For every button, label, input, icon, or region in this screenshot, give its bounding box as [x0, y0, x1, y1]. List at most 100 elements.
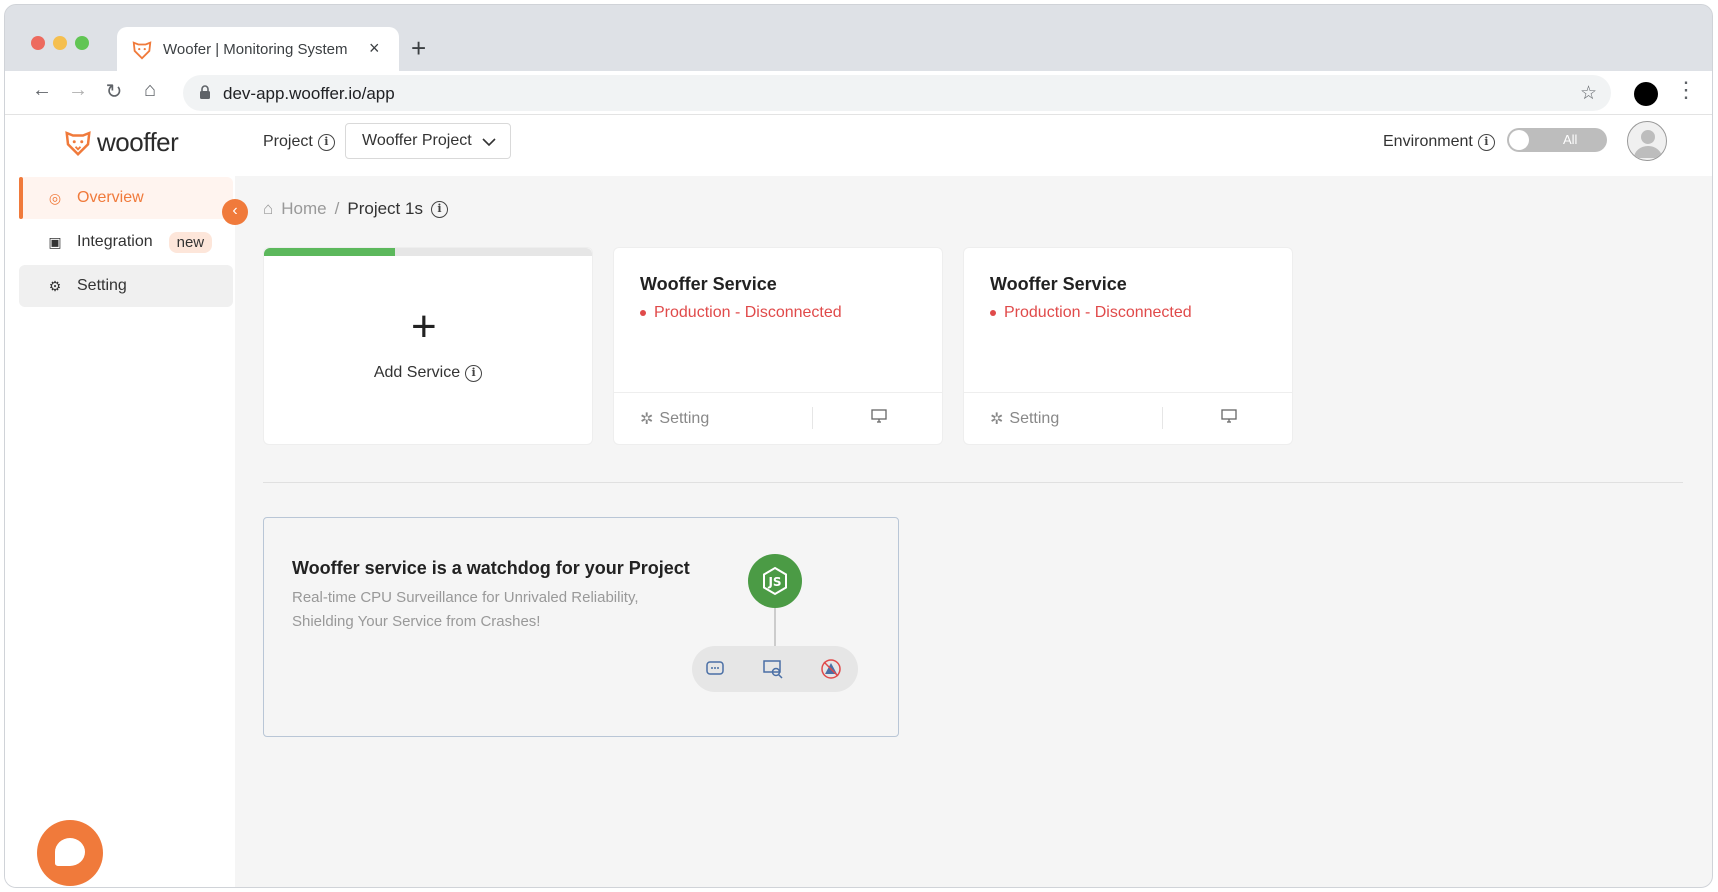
service-title: Wooffer Service [640, 274, 777, 294]
monitor-icon[interactable] [870, 407, 888, 425]
service-setting-button[interactable]: ✲ Setting [640, 409, 709, 429]
environment-label-text: Environment [1383, 133, 1473, 150]
add-service-label: Add Service i [264, 364, 592, 382]
service-status: Production - Disconnected [640, 304, 842, 322]
breadcrumb-separator: / [334, 199, 340, 218]
svg-text:JS: JS [767, 575, 781, 589]
promo-card: Wooffer service is a watchdog for your P… [263, 517, 899, 737]
status-dot [640, 310, 646, 316]
wooffer-logo-icon [65, 130, 91, 156]
service-card[interactable]: Wooffer Service Production - Disconnecte… [963, 247, 1293, 445]
service-title: Wooffer Service [990, 274, 1127, 294]
service-status-text: Production - Disconnected [1004, 304, 1192, 321]
overview-icon: ◎ [48, 189, 62, 206]
browser-menu-icon[interactable]: ⋮ [1675, 77, 1697, 103]
environment-info-icon[interactable]: i [1477, 133, 1495, 151]
monitor-icon[interactable] [1220, 407, 1238, 425]
forward-icon[interactable]: → [65, 79, 91, 102]
toggle-knob [1509, 130, 1529, 150]
environment-toggle[interactable]: All [1507, 128, 1607, 152]
feature-icons-pill [692, 646, 858, 692]
collapse-sidebar-button[interactable]: ‹ [222, 199, 248, 225]
environment-label: Environment i [1383, 133, 1495, 151]
add-service-card[interactable]: + Add Service i [263, 247, 593, 445]
promo-description: Real-time CPU Surveillance for Unrivaled… [292, 589, 639, 630]
bookmark-star-icon[interactable]: ☆ [1580, 82, 1597, 105]
user-icon [1634, 130, 1662, 158]
section-divider [263, 482, 1683, 483]
breadcrumb-home[interactable]: Home [281, 199, 326, 219]
close-tab-icon[interactable]: × [369, 38, 380, 59]
browser-profile-avatar[interactable] [1634, 82, 1658, 106]
lock-icon [200, 85, 210, 99]
gear-icon: ⚙ [48, 277, 62, 294]
service-card[interactable]: Wooffer Service Production - Disconnecte… [613, 247, 943, 445]
reload-icon[interactable]: ↻ [101, 79, 127, 104]
project-select-value: Wooffer Project [362, 132, 472, 149]
integration-icon: ▣ [48, 233, 62, 250]
browser-toolbar: ← → ↻ ⌂ dev-app.wooffer.io/app ☆ ⋮ [5, 71, 1712, 115]
sidebar-item-integration[interactable]: ▣ Integration new [19, 221, 233, 263]
app-header: wooffer Project i Wooffer Project Enviro… [5, 115, 1712, 176]
minimize-window-button[interactable] [53, 36, 67, 50]
sidebar-item-overview[interactable]: ◎ Overview [19, 177, 233, 219]
breadcrumb-current: Project 1s [347, 199, 423, 218]
back-icon[interactable]: ← [29, 79, 55, 102]
sidebar: ◎ Overview ▣ Integration new ⚙ Setting [5, 176, 235, 887]
service-status-text: Production - Disconnected [654, 304, 842, 321]
service-setting-button[interactable]: ✲ Setting [990, 409, 1059, 429]
chat-support-button[interactable] [37, 820, 103, 886]
browser-tab[interactable]: Woofer | Monitoring System × [117, 27, 399, 71]
close-window-button[interactable] [31, 36, 45, 50]
new-tab-icon[interactable]: + [411, 33, 426, 64]
status-dot [990, 310, 996, 316]
nodejs-icon: JS [748, 554, 802, 608]
user-avatar[interactable] [1627, 121, 1667, 161]
app-root: wooffer Project i Wooffer Project Enviro… [5, 115, 1712, 887]
divider [812, 407, 813, 429]
project-label-text: Project [263, 133, 313, 150]
crash-alert-icon [821, 659, 841, 679]
chat-bubble-icon [55, 838, 85, 866]
add-service-progress [264, 248, 592, 256]
sidebar-item-label: Overview [77, 189, 144, 206]
address-bar[interactable]: dev-app.wooffer.io/app ☆ [183, 75, 1611, 111]
home-breadcrumb-icon[interactable]: ⌂ [263, 199, 273, 219]
progress-fill [264, 248, 396, 256]
project-select[interactable]: Wooffer Project [345, 123, 511, 159]
browser-window: Woofer | Monitoring System × + ← → ↻ ⌂ d… [4, 4, 1713, 888]
setting-icon: ✲ [990, 411, 1004, 428]
service-setting-label: Setting [1009, 410, 1060, 427]
divider [1162, 407, 1163, 429]
project-label: Project i [263, 133, 335, 151]
toggle-text: All [1563, 132, 1578, 147]
active-indicator [19, 177, 23, 219]
tab-strip: Woofer | Monitoring System × + [5, 5, 1712, 71]
maximize-window-button[interactable] [75, 36, 89, 50]
tab-title: Woofer | Monitoring System [163, 41, 348, 58]
service-card-footer: ✲ Setting [964, 392, 1292, 444]
breadcrumb: ⌂ Home / Project 1s i [263, 199, 448, 219]
home-icon[interactable]: ⌂ [137, 79, 163, 102]
chat-icon [706, 661, 724, 675]
logo[interactable]: wooffer [63, 127, 179, 158]
add-service-info-icon[interactable]: i [465, 364, 483, 382]
new-badge: new [168, 231, 213, 253]
wooffer-favicon-icon [132, 41, 152, 60]
service-status: Production - Disconnected [990, 304, 1192, 322]
service-card-footer: ✲ Setting [614, 392, 942, 444]
url-text: dev-app.wooffer.io/app [223, 84, 395, 103]
sidebar-item-label: Setting [77, 277, 127, 294]
sidebar-item-setting[interactable]: ⚙ Setting [19, 265, 233, 307]
plus-icon: + [411, 302, 437, 351]
add-service-text: Add Service [373, 364, 461, 381]
chevron-down-icon [482, 138, 496, 147]
setting-icon: ✲ [640, 411, 654, 428]
project-info-icon[interactable]: i [317, 133, 335, 151]
logo-text: wooffer [97, 127, 179, 157]
sidebar-item-label: Integration [77, 233, 153, 250]
service-setting-label: Setting [659, 410, 710, 427]
project-info-icon[interactable]: i [430, 200, 448, 218]
monitor-search-icon [763, 660, 783, 679]
promo-title: Wooffer service is a watchdog for your P… [292, 558, 690, 578]
